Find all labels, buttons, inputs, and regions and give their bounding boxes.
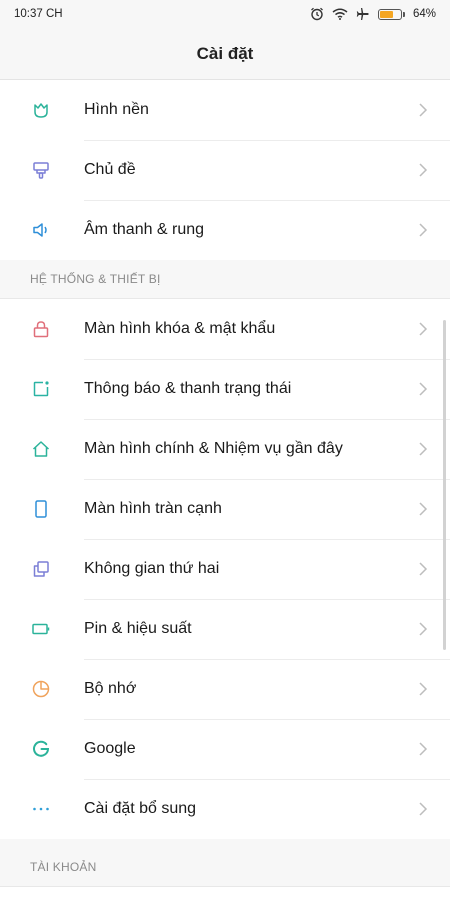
second-space-icon xyxy=(30,558,52,580)
chevron-right-icon xyxy=(419,223,428,237)
setting-item-additional[interactable]: Cài đặt bổ sung xyxy=(0,779,450,839)
setting-item-label: Thông báo & thanh trạng thái xyxy=(84,380,292,397)
more-dots-icon xyxy=(30,798,52,820)
accounts-list xyxy=(0,886,450,901)
setting-item-theme[interactable]: Chủ đề xyxy=(0,140,450,200)
speaker-icon xyxy=(30,219,52,241)
chevron-right-icon xyxy=(419,802,428,816)
setting-item-storage[interactable]: Bộ nhớ xyxy=(0,659,450,719)
chevron-right-icon xyxy=(419,682,428,696)
chevron-right-icon xyxy=(419,382,428,396)
personal-list: Hình nền Chủ đề Âm thanh & rung xyxy=(0,80,450,260)
chevron-right-icon xyxy=(419,442,428,456)
chevron-right-icon xyxy=(419,502,428,516)
page-title: Cài đặt xyxy=(196,43,254,63)
battery-settings-icon xyxy=(30,618,52,640)
setting-item-label: Không gian thứ hai xyxy=(84,560,220,577)
alarm-icon xyxy=(311,7,323,21)
setting-item-battery[interactable]: Pin & hiệu suất xyxy=(0,599,450,659)
setting-item-sound[interactable]: Âm thanh & rung xyxy=(0,200,450,260)
setting-item-notifications[interactable]: Thông báo & thanh trạng thái xyxy=(0,359,450,419)
lock-icon xyxy=(30,318,52,340)
scrollbar[interactable] xyxy=(443,320,446,650)
chevron-right-icon xyxy=(419,562,428,576)
chevron-right-icon xyxy=(419,622,428,636)
setting-item-label: Hình nền xyxy=(84,101,149,118)
setting-item-label: Cài đặt bổ sung xyxy=(84,800,197,817)
chevron-right-icon xyxy=(419,742,428,756)
setting-item-label: Âm thanh & rung xyxy=(84,221,205,238)
setting-item-google[interactable]: Google xyxy=(0,719,450,779)
setting-item-label: Google xyxy=(84,740,136,757)
setting-item-second-space[interactable]: Không gian thứ hai xyxy=(0,539,450,599)
notification-icon xyxy=(30,378,52,400)
status-bar: 10:37 CH 64% xyxy=(0,0,450,28)
setting-item-label: Bộ nhớ xyxy=(84,680,137,697)
google-icon xyxy=(30,738,52,760)
chevron-right-icon xyxy=(419,163,428,177)
setting-item-lock-screen[interactable]: Màn hình khóa & mật khẩu xyxy=(0,299,450,359)
setting-item-label: Chủ đề xyxy=(84,161,136,178)
home-icon xyxy=(30,438,52,460)
phone-screen-icon xyxy=(30,498,52,520)
battery-percent: 64% xyxy=(412,8,436,20)
storage-pie-icon xyxy=(30,678,52,700)
app-bar: Cài đặt xyxy=(0,28,450,80)
airplane-icon xyxy=(356,8,369,20)
chevron-right-icon xyxy=(419,103,428,117)
setting-item-full-screen[interactable]: Màn hình tràn cạnh xyxy=(0,479,450,539)
status-time: 10:37 CH xyxy=(14,8,63,20)
section-header-system: HỆ THỐNG & THIẾT BỊ xyxy=(30,272,161,286)
setting-item-label: Màn hình chính & Nhiệm vụ gần đây xyxy=(84,440,343,457)
battery-icon xyxy=(377,8,405,20)
status-icons: 64% xyxy=(310,7,436,21)
chevron-right-icon xyxy=(419,322,428,336)
theme-brush-icon xyxy=(30,159,52,181)
setting-item-home-screen[interactable]: Màn hình chính & Nhiệm vụ gần đây xyxy=(0,419,450,479)
section-header-accounts: TÀI KHOẢN xyxy=(30,860,97,874)
setting-item-label: Pin & hiệu suất xyxy=(84,620,192,637)
setting-item-label: Màn hình tràn cạnh xyxy=(84,500,222,517)
wifi-icon xyxy=(332,8,348,20)
setting-item-wallpaper[interactable]: Hình nền xyxy=(0,80,450,140)
wallpaper-icon xyxy=(30,99,52,121)
setting-item-label: Màn hình khóa & mật khẩu xyxy=(84,320,276,337)
system-list: Màn hình khóa & mật khẩu Thông báo & tha… xyxy=(0,298,450,839)
